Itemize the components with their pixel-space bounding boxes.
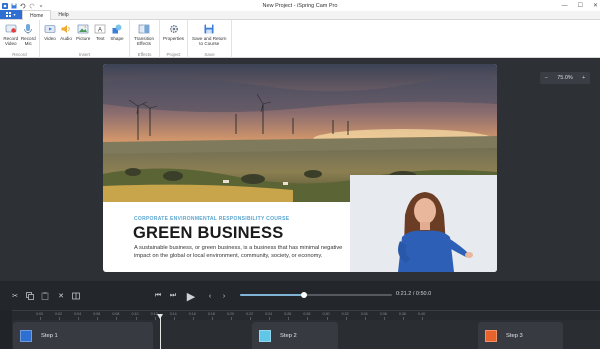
presenter-image: [350, 175, 497, 272]
copy-icon[interactable]: [24, 290, 36, 302]
playhead-handle[interactable]: [157, 314, 163, 319]
ruler-tick-label: 0:24: [265, 312, 273, 316]
progress-track[interactable]: [240, 292, 392, 298]
shape-icon: [112, 24, 122, 34]
svg-text:A: A: [98, 27, 102, 33]
timeline-gutter: [0, 310, 12, 349]
ribbon-group-project: Properties Project: [160, 20, 188, 58]
ruler-tick-label: 0:18: [207, 312, 215, 316]
step-label: Step 1: [41, 332, 58, 339]
window-controls: — ☐ ✕: [562, 0, 598, 11]
delete-icon[interactable]: ✕: [55, 290, 67, 302]
slide-preview[interactable]: CORPORATE ENVIRONMENTAL RESPONSIBILITY C…: [103, 64, 497, 272]
ruler-tick-label: 0:00: [36, 312, 43, 316]
ruler-tick-label: 0:06: [93, 312, 101, 316]
timeline-step-1[interactable]: Step 1: [13, 322, 153, 349]
file-menu-button[interactable]: ▾: [0, 10, 22, 19]
ribbon-tabs: ▾ Home Help: [0, 10, 600, 20]
ruler-tick-label: 0:34: [360, 312, 368, 316]
split-icon[interactable]: [70, 290, 82, 302]
step-color-swatch: [259, 329, 271, 342]
ribbon-group-effects: Transition Effects Effects: [130, 20, 160, 58]
playhead[interactable]: [160, 316, 161, 349]
ruler-tick-label: 0:02: [55, 312, 63, 316]
chevron-down-icon: ▾: [13, 12, 16, 17]
ruler-tick-label: 0:14: [169, 312, 177, 316]
ruler-tick-label: 0:20: [227, 312, 234, 316]
group-label-effects: Effects: [137, 52, 152, 57]
next-icon[interactable]: ›: [218, 290, 230, 302]
video-icon: [44, 25, 56, 33]
step-color-swatch: [20, 329, 32, 342]
cut-icon[interactable]: ✂: [9, 290, 21, 302]
step-back-icon[interactable]: ⏭: [167, 290, 179, 302]
ruler-tick-label: 0:30: [322, 312, 330, 316]
ruler-tick-label: 0:08: [112, 312, 120, 316]
slide-body: A sustainable business, or green busines…: [134, 245, 343, 259]
title-bar: New Project - iSpring Cam Pro — ☐ ✕: [0, 0, 600, 11]
step-label: Step 3: [506, 332, 523, 339]
record-video-icon: [5, 24, 17, 33]
text-icon: A: [95, 24, 106, 34]
group-label-insert: Insert: [78, 52, 91, 57]
previous-icon[interactable]: ‹: [204, 290, 216, 302]
minimize-icon[interactable]: —: [562, 3, 568, 9]
gear-icon: [169, 24, 178, 34]
app-window: New Project - iSpring Cam Pro — ☐ ✕ ▾ Ho…: [0, 0, 600, 349]
play-icon[interactable]: ▶: [183, 288, 199, 304]
ruler-tick-label: 0:28: [303, 312, 311, 316]
ruler-tick-label: 0:22: [246, 312, 254, 316]
timecode: 0:21.2 / 0:50.0: [396, 291, 432, 297]
skip-back-icon[interactable]: ⏮: [152, 290, 164, 302]
ribbon-group-insert: Video Audio Picture A Text Shape Insert: [40, 20, 130, 58]
zoom-control: − 75.0% +: [540, 72, 590, 84]
step-label: Step 2: [280, 332, 297, 339]
zoom-in-button[interactable]: +: [582, 75, 585, 81]
menu-grid-icon: [6, 12, 12, 17]
timeline-ruler[interactable]: 0:00 0:02 0:04 0:06 0:08 0:10 0:12 0:14 0:16 0:18…: [0, 310, 600, 320]
timeline-step-2[interactable]: Step 2: [252, 322, 338, 349]
ruler-tick-label: 0:38: [398, 312, 406, 316]
group-label-record: Record: [12, 52, 27, 57]
ruler-tick-label: 0:26: [284, 312, 292, 316]
ribbon-group-save: Save and Return to Course Save: [188, 20, 232, 58]
timeline-step-3[interactable]: Step 3: [478, 322, 563, 349]
window-title: New Project - iSpring Cam Pro: [262, 2, 338, 9]
transition-icon: [138, 24, 150, 34]
ruler-tick-label: 0:40: [418, 312, 425, 316]
paste-icon[interactable]: [39, 290, 51, 302]
progress-fill: [240, 294, 304, 296]
microphone-icon: [24, 24, 33, 34]
maximize-icon[interactable]: ☐: [578, 2, 583, 9]
presenter-photo: [350, 175, 497, 272]
ruler-tick-label: 0:04: [74, 312, 82, 316]
ruler-tick-label: 0:36: [379, 312, 387, 316]
tab-home[interactable]: Home: [22, 10, 52, 20]
progress-handle[interactable]: [300, 292, 307, 298]
save-icon: [204, 24, 214, 34]
ribbon: Record Video Record Mic Record Video Aud…: [0, 20, 600, 58]
picture-icon: [77, 24, 89, 34]
speaker-icon: [61, 25, 70, 33]
ruler-tick-label: 0:16: [188, 312, 196, 316]
group-label-save: Save: [204, 52, 215, 57]
group-label-project: Project: [166, 52, 181, 57]
slide-subtitle: CORPORATE ENVIRONMENTAL RESPONSIBILITY C…: [134, 216, 290, 222]
step-color-swatch: [485, 329, 497, 342]
close-icon[interactable]: ✕: [593, 2, 598, 9]
ribbon-group-record: Record Video Record Mic Record: [0, 20, 40, 58]
zoom-level: 75.0%: [557, 75, 573, 81]
ruler-tick-label: 0:10: [131, 312, 139, 316]
zoom-out-button[interactable]: −: [545, 75, 548, 81]
tab-help[interactable]: Help: [51, 10, 75, 19]
ruler-tick-label: 0:32: [341, 312, 349, 316]
slide-heading: GREEN BUSINESS: [133, 224, 284, 242]
